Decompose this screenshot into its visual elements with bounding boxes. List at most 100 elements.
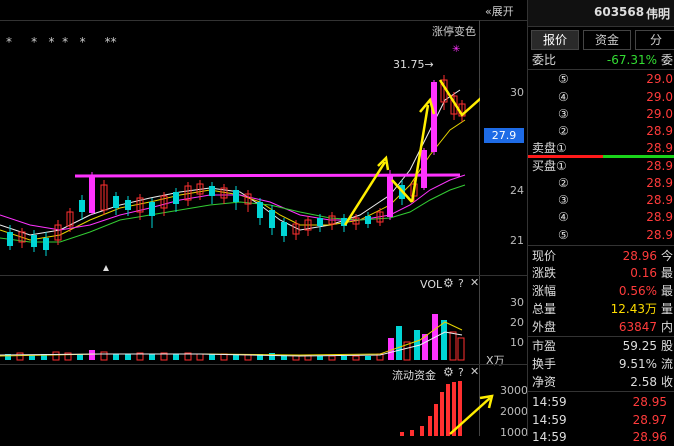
quote-panel: 603568 伟明 报价 资金 分 委比 -67.31% 委 ⑤ 29.0 ④ …	[527, 0, 674, 444]
tick-price: 28.96	[632, 430, 667, 444]
tab-analysis[interactable]: 分	[635, 30, 674, 50]
sell-price: 29.0	[646, 90, 673, 104]
quote-suffix: 内	[660, 320, 673, 334]
double-chevron-left-icon: «	[485, 5, 492, 18]
quote-label: 换手	[532, 357, 557, 371]
tick-row: 14:59 28.95	[528, 393, 674, 411]
vol-axis-label-10: 10	[510, 336, 524, 349]
buy-level-label: ④	[558, 210, 569, 224]
candles	[7, 75, 466, 256]
buy-level-label: ⑤	[558, 228, 569, 242]
quote-row-pe: 市盈 59.25 股	[528, 337, 674, 355]
price-axis-label-21: 21	[510, 234, 524, 247]
quote-value: 2.58	[630, 375, 657, 389]
quote-value: 12.43万	[610, 302, 657, 316]
tick-time: 14:59	[532, 430, 567, 444]
quote-row-volume: 总量 12.43万 量	[528, 300, 674, 318]
sell-row[interactable]: ② 28.9	[528, 122, 674, 140]
quote-suffix: 今	[660, 249, 673, 263]
divider	[528, 391, 674, 392]
vol-close-icon[interactable]: ✕	[470, 276, 479, 289]
quote-value: 63847	[618, 320, 657, 334]
chart-area[interactable]: «展开 涨停变色 * * * * * ** 30 27.9 24 21 31.7…	[0, 0, 528, 439]
quote-label: 现价	[532, 249, 557, 263]
sell-level-label: ③	[558, 107, 569, 121]
sell-price: 29.0	[646, 72, 673, 86]
quote-value: 9.51%	[618, 357, 657, 371]
vol-axis-label-20: 20	[510, 316, 524, 329]
buy-row[interactable]: 买盘① 28.9	[528, 157, 674, 175]
buy-row[interactable]: ② 28.9	[528, 174, 674, 192]
quote-label: 涨跌	[532, 266, 557, 280]
sell-price: 28.9	[646, 124, 673, 138]
tick-row: 14:59 28.96	[528, 428, 674, 446]
expand-button[interactable]: «展开	[485, 3, 514, 19]
vol-unit-label: X万	[486, 354, 505, 367]
quote-row-net-assets: 净资 2.58 收	[528, 373, 674, 391]
volume-bars	[5, 314, 465, 361]
quote-row-change-pct: 涨幅 0.56% 最	[528, 282, 674, 300]
tick-price: 28.97	[632, 413, 667, 427]
buy-row[interactable]: ⑤ 28.9	[528, 226, 674, 244]
tick-time: 14:59	[532, 395, 567, 409]
quote-row-outer: 外盘 63847 内	[528, 318, 674, 336]
sell-row[interactable]: ⑤ 29.0	[528, 70, 674, 88]
quote-row-change: 涨跌 0.16 最	[528, 264, 674, 282]
quote-row-price: 现价 28.96 今	[528, 247, 674, 265]
tab-quote[interactable]: 报价	[531, 30, 579, 50]
sell-price: 29.0	[646, 107, 673, 121]
stock-header: 603568 伟明	[528, 0, 674, 27]
quote-label: 总量	[532, 302, 557, 316]
sell-row[interactable]: ④ 29.0	[528, 88, 674, 106]
flow-chart	[400, 381, 494, 436]
quote-label: 净资	[532, 375, 557, 389]
buy-price: 28.9	[646, 210, 673, 224]
tab-funds[interactable]: 资金	[583, 30, 631, 50]
sell-level-label: ②	[558, 124, 569, 138]
stock-name: 伟明	[646, 7, 671, 21]
buy-price: 28.9	[646, 159, 673, 173]
buy-level-label: ②	[558, 176, 569, 190]
quote-suffix: 量	[660, 302, 673, 316]
limit-up-star: ✳	[452, 44, 460, 55]
order-ratio-label: 委比	[532, 53, 557, 67]
quote-label: 市盈	[532, 339, 557, 353]
tick-price: 28.95	[632, 395, 667, 409]
tick-row: 14:59 28.97	[528, 411, 674, 429]
buy-price: 28.9	[646, 228, 673, 242]
order-ratio-value: -67.31%	[606, 53, 657, 67]
low-marker-triangle	[103, 265, 109, 271]
quote-value: 28.96	[622, 249, 657, 263]
quote-label: 外盘	[532, 320, 557, 334]
price-axis-label-30: 30	[510, 86, 524, 99]
buy-level-label: ③	[558, 193, 569, 207]
current-price-box: 27.9	[484, 128, 524, 143]
quote-label: 涨幅	[532, 284, 557, 298]
buy-price: 28.9	[646, 193, 673, 207]
quote-suffix: 最	[660, 266, 673, 280]
buy-level-label: 买盘①	[532, 159, 567, 173]
buy-price: 28.9	[646, 176, 673, 190]
quote-value: 0.56%	[618, 284, 657, 298]
vol-help-icon[interactable]: ?	[458, 277, 464, 290]
quote-value: 59.25	[622, 339, 657, 353]
quote-suffix: 股	[660, 339, 673, 353]
quote-suffix: 最	[660, 284, 673, 298]
buy-row[interactable]: ④ 28.9	[528, 208, 674, 226]
price-axis-label-24: 24	[510, 184, 524, 197]
quote-row-turnover: 换手 9.51% 流	[528, 355, 674, 373]
sell-level-label: ⑤	[558, 72, 569, 86]
flow-bars	[400, 381, 462, 436]
divider	[528, 245, 674, 246]
tick-time: 14:59	[532, 413, 567, 427]
buy-row[interactable]: ③ 28.9	[528, 191, 674, 209]
volume-chart	[0, 314, 465, 361]
quote-suffix: 收	[660, 375, 673, 389]
quote-suffix: 流	[660, 357, 673, 371]
vol-gear-icon[interactable]: ⚙	[443, 276, 454, 290]
sell-row[interactable]: ③ 29.0	[528, 105, 674, 123]
vol-axis-label-30: 30	[510, 296, 524, 309]
order-ratio-suffix: 委	[660, 53, 673, 67]
order-ratio-row: 委比 -67.31% 委	[528, 51, 674, 69]
resistance-line	[74, 173, 461, 178]
